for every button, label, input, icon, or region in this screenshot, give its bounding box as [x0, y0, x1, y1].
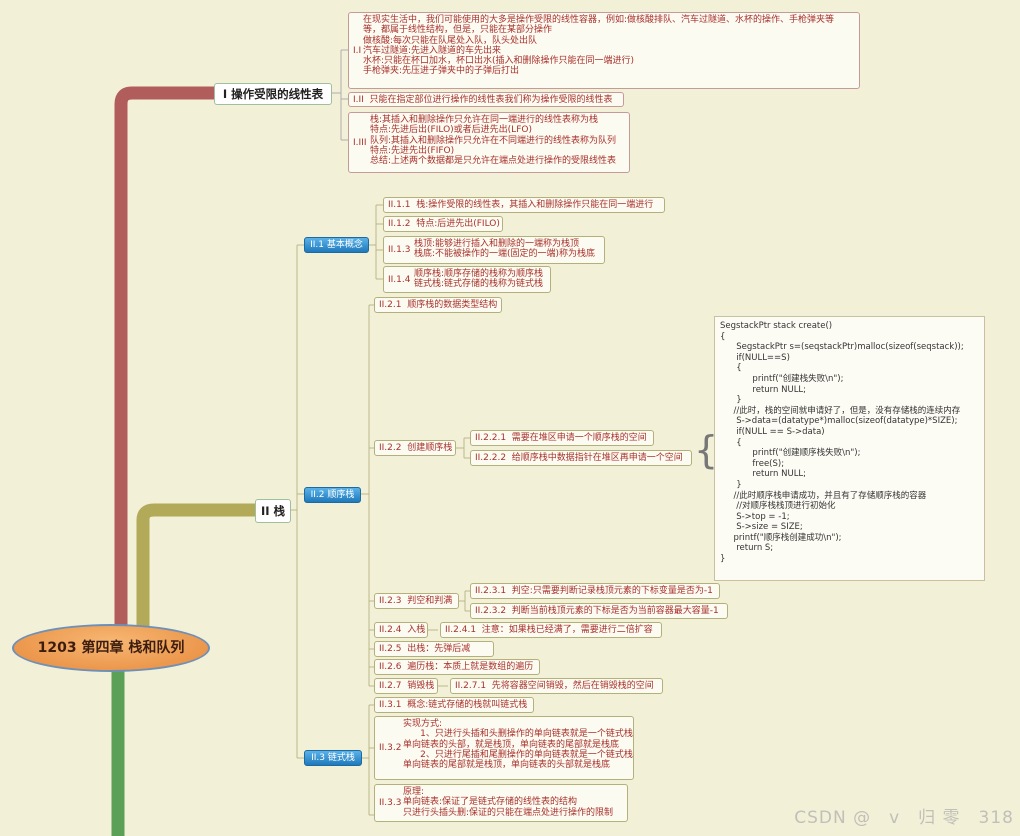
topic-linked-stack[interactable]: II.3 链式栈: [304, 750, 362, 766]
code-block[interactable]: SegstackPtr stack create() { SegstackPtr…: [714, 316, 985, 581]
node-ii-2-2[interactable]: II.2.2 创建顺序栈: [374, 440, 456, 456]
node-ii-2-4-1[interactable]: II.2.4.1 注意：如果栈已经满了，需要进行二倍扩容: [440, 622, 662, 638]
node-ii-2-2-1[interactable]: II.2.2.1 需要在堆区申请一个顺序栈的空间: [470, 430, 654, 446]
watermark: CSDN @ v 归 零 318: [794, 808, 1014, 828]
node-tag: II.3.2: [379, 742, 402, 753]
node-ii-3-2[interactable]: II.3.2 实现方式: 1、只进行头插和头删操作的单向链表就是一个链式栈 单向…: [374, 716, 634, 780]
node-ii-2-7[interactable]: II.2.7 销毁栈: [374, 678, 438, 694]
node-text: 原理: 单向链表:保证了是链式存储的线性表的结构 只进行头插头删:保证的只能在端…: [403, 787, 614, 818]
node-tag: II.1.3: [388, 244, 411, 255]
node-i3[interactable]: I.III 栈:其插入和删除操作只允许在同一端进行的线性表称为栈 特点:先进后出…: [348, 112, 630, 173]
node-ii-2-3-2[interactable]: II.2.3.2 判断当前栈顶元素的下标是否为当前容器最大容量-1: [470, 603, 728, 619]
root-topic[interactable]: 1203 第四章 栈和队列: [12, 624, 210, 672]
node-ii-1-4[interactable]: II.1.4 顺序栈:顺序存储的栈称为顺序栈 链式栈:链式存储的栈称为链式栈: [383, 266, 551, 293]
node-tag: I.I: [353, 45, 362, 56]
topic-restricted-linear-list[interactable]: I 操作受限的线性表: [214, 83, 332, 105]
node-ii-2-7-1[interactable]: II.2.7.1 先将容器空间销毁，然后在销毁栈的空间: [450, 678, 663, 694]
node-tag: II.1.4: [388, 274, 411, 285]
node-ii-2-1[interactable]: II.2.1 顺序栈的数据类型结构: [374, 297, 502, 313]
node-ii-1-3[interactable]: II.1.3 栈顶:能够进行插入和删除的一端称为栈顶 栈底:不能被操作的一端(固…: [383, 236, 605, 264]
node-text: 实现方式: 1、只进行头插和头删操作的单向链表就是一个链式栈 单向链表的头部，就…: [403, 719, 633, 771]
node-ii-1-2[interactable]: II.1.2 特点:后进先出(FILO): [383, 216, 503, 232]
node-ii-2-2-2[interactable]: II.2.2.2 给顺序栈中数据指针在堆区再申请一个空间: [470, 450, 692, 466]
node-i1[interactable]: I.I 在现实生活中，我们可能使用的大多是操作受限的线性容器，例如:做核酸排队、…: [348, 12, 860, 89]
node-ii-2-5[interactable]: II.2.5 出栈：先弹后减: [374, 641, 494, 657]
node-text: 栈:其插入和删除操作只允许在同一端进行的线性表称为栈 特点:先进后出(FILO)…: [370, 115, 617, 167]
node-ii-1-1[interactable]: II.1.1 栈:操作受限的线性表，其插入和删除操作只能在同一端进行: [383, 197, 665, 213]
node-i2[interactable]: I.II 只能在指定部位进行操作的线性表我们称为操作受限的线性表: [348, 92, 624, 107]
topic-basic-concepts[interactable]: II.1 基本概念: [304, 237, 369, 253]
topic-stack[interactable]: II 栈: [255, 499, 291, 523]
node-ii-2-3[interactable]: II.2.3 判空和判满: [374, 593, 459, 609]
topic-sequential-stack[interactable]: II.2 顺序栈: [304, 487, 361, 503]
node-ii-3-3[interactable]: II.3.3 原理: 单向链表:保证了是链式存储的线性表的结构 只进行头插头删:…: [374, 784, 628, 822]
node-ii-2-3-1[interactable]: II.2.3.1 判空:只需要判断记录栈顶元素的下标变量是否为-1: [470, 583, 720, 599]
node-text: 在现实生活中，我们可能使用的大多是操作受限的线性容器，例如:做核酸排队、汽车过隧…: [363, 15, 835, 77]
node-text: 栈顶:能够进行插入和删除的一端称为栈顶 栈底:不能被操作的一端(固定的一端)称为…: [414, 239, 596, 260]
node-text: 顺序栈:顺序存储的栈称为顺序栈 链式栈:链式存储的栈称为链式栈: [414, 269, 544, 290]
node-tag: II.3.3: [379, 797, 402, 808]
node-ii-2-4[interactable]: II.2.4 入栈: [374, 622, 428, 638]
node-ii-3-1[interactable]: II.3.1 概念:链式存储的栈就叫链式栈: [374, 697, 534, 713]
node-tag: I.III: [353, 137, 367, 148]
node-ii-2-6[interactable]: II.2.6 遍历栈：本质上就是数组的遍历: [374, 659, 540, 675]
